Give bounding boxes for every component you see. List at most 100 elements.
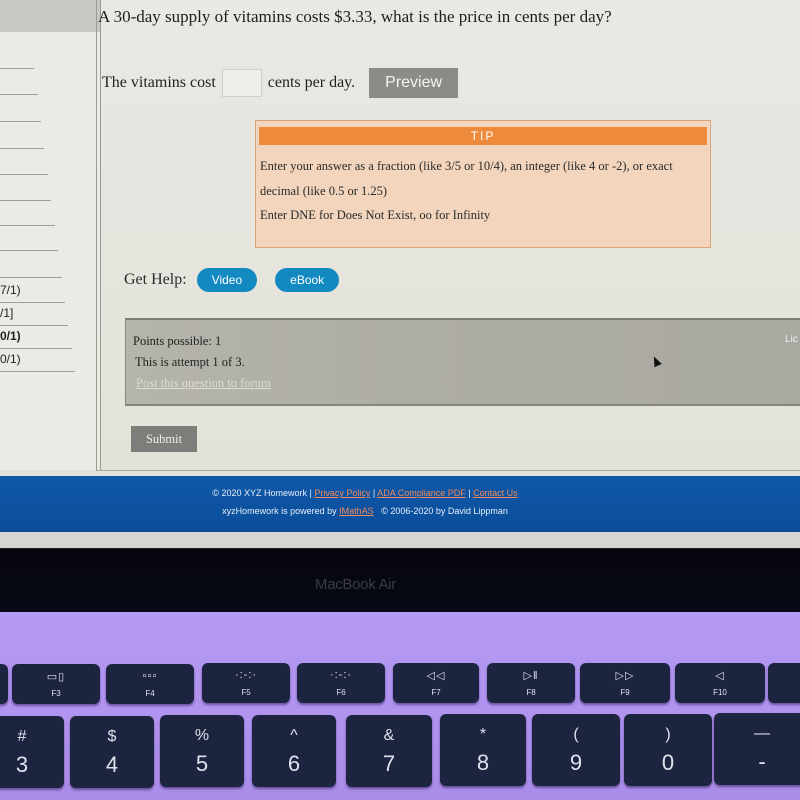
key-number: 4	[105, 752, 119, 777]
key-8[interactable]: * 8	[440, 714, 526, 786]
footer-credits: © 2006-2020 by David Lippman	[381, 506, 508, 516]
footer-line-2: xyzHomework is powered by IMathAS © 2006…	[0, 506, 730, 516]
key-symbol: (	[573, 726, 579, 743]
key-label: F6	[336, 688, 346, 697]
key-number: 7	[382, 751, 396, 776]
key-symbol: &	[383, 727, 395, 744]
key-f10[interactable]: ◁ F10	[675, 663, 765, 703]
key-f8[interactable]: ▷‖ F8	[487, 663, 575, 703]
key-4[interactable]: $ 4	[70, 716, 154, 788]
answer-prefix: The vitamins cost	[102, 74, 216, 91]
key-3[interactable]: # 3	[0, 716, 64, 788]
footer: © 2020 XYZ Homework | Privacy Policy | A…	[0, 476, 800, 532]
key-number: 9	[569, 750, 583, 775]
answer-suffix: cents per day.	[267, 74, 356, 91]
key-label: F9	[620, 688, 630, 697]
preview-button[interactable]: Preview	[369, 68, 459, 98]
key-symbol: —	[754, 725, 770, 742]
key-symbol: *	[479, 726, 487, 743]
fast-forward-icon: ▷▷	[615, 670, 635, 682]
sidebar: 7/1) /1] 0/1) 0/1)	[0, 0, 101, 470]
sidebar-divider	[0, 277, 62, 278]
sidebar-divider	[0, 302, 65, 303]
sidebar-score[interactable]: /1]	[0, 306, 13, 320]
laptop-bezel: MacBook Air	[0, 548, 800, 613]
screen: 7/1) /1] 0/1) 0/1) A 30-day supply of vi…	[0, 0, 800, 548]
footer-copyright: © 2020 XYZ Homework	[212, 488, 308, 498]
screen-bottom-edge	[0, 532, 800, 548]
side-link[interactable]: Lic	[785, 334, 798, 345]
powered-by-text: xyzHomework is powered by	[222, 506, 337, 516]
sidebar-divider	[0, 325, 68, 326]
key-minus[interactable]: — -	[714, 713, 800, 785]
key-f2[interactable]	[0, 664, 8, 704]
mute-icon: ◁	[715, 670, 725, 682]
submit-button[interactable]: Submit	[131, 426, 197, 452]
sidebar-divider	[0, 348, 72, 349]
key-number: 0	[661, 750, 675, 775]
sidebar-score[interactable]: 7/1)	[0, 283, 21, 297]
key-6[interactable]: ^ 6	[252, 715, 336, 787]
sidebar-score[interactable]: 0/1)	[0, 329, 21, 343]
key-label: F10	[713, 688, 727, 697]
keyboard: ▭▯ F3 ▫▫▫ F4 ·:‐:· F5 ·:‑:· F6 ◁◁ F7 ▷‖ …	[0, 612, 800, 800]
key-symbol: #	[17, 728, 27, 745]
sidebar-divider	[0, 225, 55, 226]
launchpad-icon: ▫▫▫	[142, 670, 158, 682]
answer-row: The vitamins cost cents per day. Preview	[102, 66, 459, 100]
sidebar-divider	[0, 371, 75, 372]
answer-input[interactable]	[221, 69, 262, 97]
post-to-forum-link[interactable]: Post this question to forum	[136, 376, 271, 391]
key-symbol: ^	[290, 727, 298, 744]
key-symbol: $	[107, 728, 117, 745]
tip-line: decimal (like 0.5 or 1.25)	[260, 184, 388, 198]
sidebar-divider	[0, 200, 51, 201]
footer-line-1: © 2020 XYZ Homework | Privacy Policy | A…	[212, 488, 518, 498]
sidebar-divider	[0, 250, 58, 251]
key-number: 8	[476, 750, 490, 775]
sidebar-divider	[0, 148, 44, 149]
key-label: F8	[526, 688, 536, 697]
sidebar-divider	[0, 94, 38, 95]
key-f6[interactable]: ·:‑:· F6	[297, 663, 385, 703]
key-number: 5	[195, 751, 209, 776]
get-help-row: Get Help: Video eBook	[124, 268, 340, 292]
key-f7[interactable]: ◁◁ F7	[393, 663, 479, 703]
ada-compliance-link[interactable]: ADA Compliance PDF	[377, 488, 466, 498]
key-number: -	[758, 749, 766, 774]
points-possible: Points possible: 1	[133, 334, 222, 348]
key-5[interactable]: % 5	[160, 715, 244, 787]
key-f5[interactable]: ·:‐:· F5	[202, 663, 290, 703]
key-f4[interactable]: ▫▫▫ F4	[106, 664, 194, 704]
keyboard-brightness-up-icon: ·:‑:·	[329, 669, 353, 681]
question-text: A 30-day supply of vitamins costs $3.33,…	[98, 7, 612, 26]
sidebar-header	[0, 0, 100, 32]
sidebar-divider	[0, 174, 48, 175]
rewind-icon: ◁◁	[426, 670, 446, 682]
attempt-info: This is attempt 1 of 3.	[135, 355, 245, 369]
key-f9[interactable]: ▷▷ F9	[580, 663, 670, 703]
imathas-link[interactable]: IMathAS	[339, 506, 374, 516]
tip-line: Enter DNE for Does Not Exist, oo for Inf…	[260, 208, 491, 222]
key-7[interactable]: & 7	[346, 715, 432, 787]
tip-box: TIP Enter your answer as a fraction (lik…	[255, 120, 711, 248]
sidebar-divider	[0, 121, 41, 122]
video-button[interactable]: Video	[196, 268, 258, 292]
key-f3[interactable]: ▭▯ F3	[12, 664, 100, 704]
key-label: F4	[145, 689, 155, 698]
key-number: 3	[15, 752, 29, 777]
key-f11[interactable]	[768, 663, 800, 703]
key-9[interactable]: ( 9	[532, 714, 620, 786]
get-help-label: Get Help:	[124, 271, 187, 288]
points-info-box: Points possible: 1 This is attempt 1 of …	[125, 318, 800, 406]
sidebar-score[interactable]: 0/1)	[0, 352, 21, 366]
key-0[interactable]: ) 0	[624, 714, 712, 786]
privacy-policy-link[interactable]: Privacy Policy	[314, 488, 370, 498]
key-symbol: )	[665, 726, 671, 743]
key-symbol: %	[194, 727, 210, 744]
ebook-button[interactable]: eBook	[275, 268, 340, 292]
contact-us-link[interactable]: Contact Us	[473, 488, 518, 498]
tip-line: Enter your answer as a fraction (like 3/…	[260, 159, 673, 173]
mission-control-icon: ▭▯	[46, 671, 66, 683]
sidebar-divider	[0, 68, 34, 69]
